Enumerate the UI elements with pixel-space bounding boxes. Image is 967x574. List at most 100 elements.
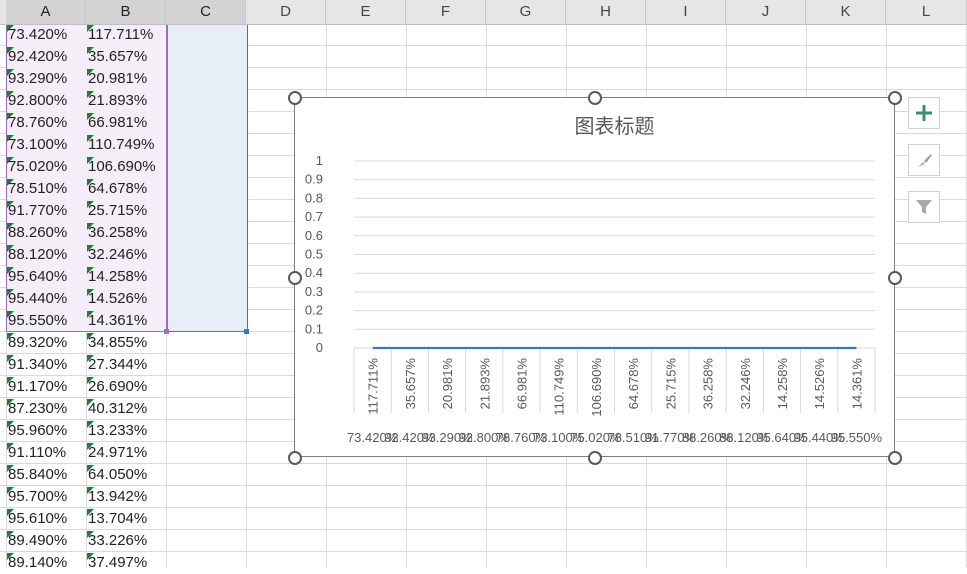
cell-b18[interactable]: 40.312%: [88, 398, 147, 420]
resize-handle-left[interactable]: [288, 271, 302, 285]
cell-b12[interactable]: 14.258%: [88, 266, 147, 288]
cell-b9[interactable]: 25.715%: [88, 200, 147, 222]
cell-b4[interactable]: 21.893%: [88, 90, 147, 112]
cell-a15[interactable]: 89.320%: [8, 332, 67, 354]
x-tick-label-inner: 35.657%: [403, 358, 418, 410]
cell-a8[interactable]: 78.510%: [8, 178, 67, 200]
column-header-g[interactable]: G: [486, 0, 566, 24]
cell-a9[interactable]: 91.770%: [8, 200, 67, 222]
column-header-a[interactable]: A: [6, 0, 86, 24]
cell-a1[interactable]: 73.420%: [8, 24, 67, 46]
x-tick-label-inner: 106.690%: [589, 358, 604, 417]
chart-elements-button[interactable]: [908, 97, 940, 129]
cell-b5[interactable]: 66.981%: [88, 112, 147, 134]
x-tick-label-inner: 64.678%: [626, 358, 641, 410]
cell-b2[interactable]: 35.657%: [88, 46, 147, 68]
y-tick-label: 0.8: [305, 190, 323, 205]
column-header-k[interactable]: K: [806, 0, 886, 24]
cell-b20[interactable]: 24.971%: [88, 442, 147, 464]
y-tick-label: 0.4: [305, 265, 323, 280]
x-tick-label-inner: 14.526%: [812, 358, 827, 410]
column-header-c[interactable]: C: [166, 0, 246, 24]
x-tick-label-inner: 110.749%: [552, 358, 567, 416]
cell-b14[interactable]: 14.361%: [88, 310, 147, 332]
cell-b6[interactable]: 110.749%: [88, 134, 154, 156]
column-header-l[interactable]: L: [886, 0, 967, 24]
y-tick-label: 0.6: [305, 228, 323, 243]
chart-area[interactable]: 图表标题 1 0.9 0.8 0.7 0.6 0.5 0.4 0.3 0.2 0.1 0 117.711…: [294, 97, 895, 457]
column-header-bar[interactable]: ABCDEFGHIJKL: [0, 0, 967, 25]
cell-b7[interactable]: 106.690%: [88, 156, 156, 178]
resize-handle-top-right[interactable]: [888, 91, 902, 105]
cell-a3[interactable]: 93.290%: [8, 68, 67, 90]
y-tick-label: 0.2: [305, 303, 323, 318]
x-tick-label-inner: 14.361%: [849, 358, 864, 410]
y-tick-label: 0.3: [305, 284, 323, 299]
cell-a10[interactable]: 88.260%: [8, 222, 67, 244]
column-header-b[interactable]: B: [86, 0, 166, 24]
cell-a2[interactable]: 92.420%: [8, 46, 67, 68]
cell-a13[interactable]: 95.440%: [8, 288, 67, 310]
filter-icon: [916, 200, 932, 214]
cell-a6[interactable]: 73.100%: [8, 134, 67, 156]
resize-handle-top[interactable]: [588, 91, 602, 105]
cell-a24[interactable]: 89.490%: [8, 530, 67, 552]
column-header-d[interactable]: D: [246, 0, 326, 24]
cell-b16[interactable]: 27.344%: [88, 354, 147, 376]
cell-a5[interactable]: 78.760%: [8, 112, 67, 134]
cell-b15[interactable]: 34.855%: [88, 332, 147, 354]
cell-a20[interactable]: 91.110%: [8, 442, 66, 464]
cell-a25[interactable]: 89.140%: [8, 552, 67, 574]
chart-svg: 图表标题 1 0.9 0.8 0.7 0.6 0.5 0.4 0.3 0.2 0.1 0 117.711…: [305, 114, 883, 445]
x-tick-label-inner: 36.258%: [701, 358, 716, 410]
cell-b10[interactable]: 36.258%: [88, 222, 147, 244]
cell-a16[interactable]: 91.340%: [8, 354, 67, 376]
cell-a17[interactable]: 91.170%: [8, 376, 67, 398]
resize-handle-top-left[interactable]: [288, 91, 302, 105]
cell-b23[interactable]: 13.704%: [88, 508, 147, 530]
cell-a22[interactable]: 95.700%: [8, 486, 67, 508]
cell-a11[interactable]: 88.120%: [8, 244, 67, 266]
cell-b3[interactable]: 20.981%: [88, 68, 147, 90]
cell-a19[interactable]: 95.960%: [8, 420, 67, 442]
cell-b8[interactable]: 64.678%: [88, 178, 147, 200]
cell-b11[interactable]: 32.246%: [88, 244, 147, 266]
resize-handle-bottom-right[interactable]: [888, 451, 902, 465]
cell-a12[interactable]: 95.640%: [8, 266, 67, 288]
x-tick-label-inner: 21.893%: [477, 358, 492, 410]
cell-b19[interactable]: 13.233%: [88, 420, 147, 442]
column-header-i[interactable]: I: [646, 0, 726, 24]
range-handle-c[interactable]: [244, 329, 249, 334]
cell-a4[interactable]: 92.800%: [8, 90, 67, 112]
y-tick-label: 0.5: [305, 247, 323, 262]
resize-handle-right[interactable]: [888, 271, 902, 285]
cell-a7[interactable]: 75.020%: [8, 156, 67, 178]
resize-handle-bottom[interactable]: [588, 451, 602, 465]
cell-a21[interactable]: 85.840%: [8, 464, 67, 486]
column-header-j[interactable]: J: [726, 0, 806, 24]
y-tick-label: 0.1: [305, 321, 323, 336]
cell-a14[interactable]: 95.550%: [8, 310, 67, 332]
resize-handle-bottom-left[interactable]: [288, 451, 302, 465]
column-header-e[interactable]: E: [326, 0, 406, 24]
y-tick-label: 0: [316, 340, 323, 355]
cell-b1[interactable]: 117.711%: [88, 24, 153, 46]
chart-filters-button[interactable]: [908, 191, 940, 223]
chart-styles-button[interactable]: [908, 144, 940, 176]
x-tick-label-inner: 32.246%: [738, 358, 753, 410]
cell-b21[interactable]: 64.050%: [88, 464, 147, 486]
cell-b25[interactable]: 37.497%: [88, 552, 147, 574]
range-handle[interactable]: [164, 329, 169, 334]
cell-b13[interactable]: 14.526%: [88, 288, 147, 310]
cell-b24[interactable]: 33.226%: [88, 530, 147, 552]
cell-b17[interactable]: 26.690%: [88, 376, 147, 398]
cell-a18[interactable]: 87.230%: [8, 398, 67, 420]
x-tick-label-inner: 66.981%: [514, 358, 529, 410]
chart-title: 图表标题: [575, 114, 655, 138]
column-header-h[interactable]: H: [566, 0, 646, 24]
cell-b22[interactable]: 13.942%: [88, 486, 147, 508]
x-tick-label-outer: 95.550%: [831, 430, 883, 445]
cell-a23[interactable]: 95.610%: [8, 508, 67, 530]
column-header-f[interactable]: F: [406, 0, 486, 24]
x-tick-label-inner: 14.258%: [775, 358, 790, 410]
